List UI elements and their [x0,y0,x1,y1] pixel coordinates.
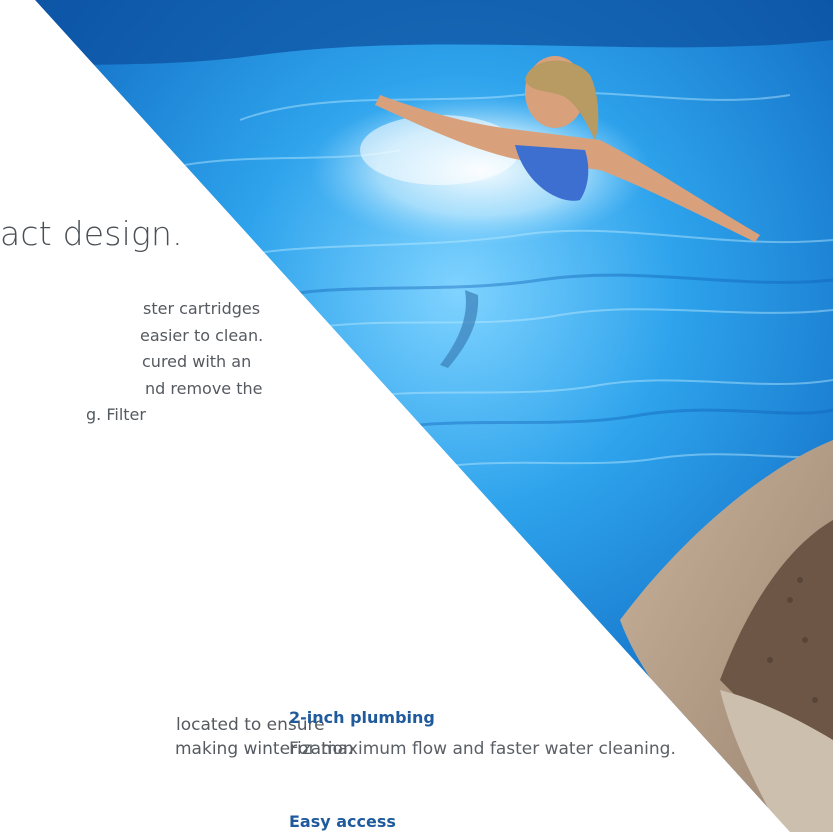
feature-plumbing: 2-inch plumbing For maximum flow and fas… [289,708,676,759]
body-line: nd remove the [145,378,263,398]
feature-easy-access: Easy access [289,812,396,831]
feature-title: Easy access [289,812,396,831]
body-line: cured with an [142,352,252,371]
page: act design. ster cartridges easier to cl… [0,0,833,832]
body-line: g. Filter [86,405,146,424]
body-line: ster cartridges [143,299,261,318]
section-body-text: ster cartridges easier to clean. cured w… [0,296,264,429]
body-line: easier to clean. [140,325,264,345]
feature-title: 2-inch plumbing [289,708,435,727]
section-headline: act design. [0,214,183,253]
feature-description: For maximum flow and faster water cleani… [289,739,676,759]
